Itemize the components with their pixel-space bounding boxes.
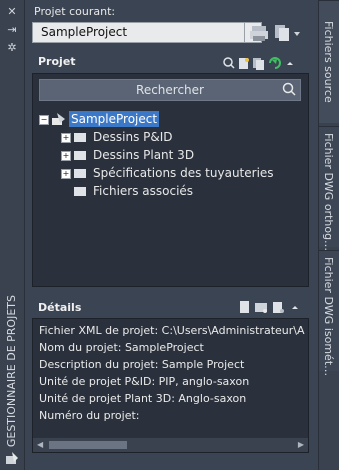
folder-icon — [74, 187, 86, 196]
project-icon — [52, 113, 65, 125]
project-manager-icon — [6, 452, 18, 464]
export-icon[interactable] — [255, 303, 267, 313]
tree-item-label[interactable]: Spécifications des tuyauteries — [93, 165, 274, 181]
new-drawing-icon[interactable] — [239, 58, 249, 69]
projet-panel-toolbar — [223, 57, 293, 70]
document-icon[interactable] — [240, 301, 249, 313]
details-panel-toolbar — [240, 301, 298, 313]
search-icon[interactable] — [282, 82, 296, 96]
detail-line: Nom du projet: SampleProject — [39, 341, 204, 354]
details-panel: Fichier XML de projet: C:\Users\Administ… — [32, 318, 309, 453]
collapse-icon[interactable] — [292, 306, 298, 309]
copy-drawing-icon[interactable] — [253, 58, 264, 70]
detail-line: Unité de projet P&ID: PIP, anglo-saxon — [39, 375, 250, 388]
scroll-left-icon[interactable]: ◀ — [37, 440, 43, 449]
folder-icon — [74, 151, 86, 160]
tab-dwg-orthographique[interactable]: Fichier DWG orthog… — [319, 126, 339, 251]
tab-label: Fichiers source — [322, 21, 335, 103]
tab-dwg-isometrique[interactable]: Fichier DWG isomét… — [319, 250, 339, 376]
project-manager-main: Projet courant: SampleProject ⌄ Projet R… — [28, 0, 314, 470]
left-sidebar: ✕ ⇥ ✲ GESTIONNAIRE DE PROJETS — [0, 0, 25, 470]
search-placeholder: Rechercher — [136, 83, 204, 97]
collapse-node-icon[interactable]: − — [39, 115, 49, 125]
project-tree-panel: Rechercher − SampleProject + Dessins P&I… — [32, 73, 309, 287]
collapse-icon[interactable] — [287, 62, 293, 65]
expand-node-icon[interactable]: + — [61, 151, 71, 161]
details-panel-title: Détails — [38, 301, 82, 314]
expand-node-icon[interactable]: + — [61, 133, 71, 143]
copy-settings-icon[interactable] — [272, 22, 302, 44]
tree-item-label[interactable]: Dessins P&ID — [93, 129, 173, 145]
properties-icon[interactable]: ✲ — [5, 42, 19, 54]
refresh-icon[interactable] — [269, 57, 281, 69]
right-tab-bar: Fichiers source Fichier DWG orthog… Fich… — [318, 0, 339, 470]
folder-icon — [74, 169, 86, 178]
search-icon[interactable] — [223, 57, 235, 69]
detail-line: Fichier XML de projet: C:\Users\Administ… — [39, 324, 305, 337]
tree-item-label[interactable]: Dessins Plant 3D — [93, 147, 194, 163]
horizontal-scrollbar[interactable]: ◀ ▶ — [33, 438, 308, 452]
autohide-icon[interactable]: ⇥ — [5, 24, 19, 36]
projet-panel-title: Projet — [38, 55, 76, 68]
tab-fichiers-source[interactable]: Fichiers source — [319, 0, 339, 123]
current-project-value: SampleProject — [41, 25, 128, 39]
palette-title: GESTIONNAIRE DE PROJETS — [5, 295, 18, 448]
detail-line: Unité de projet Plant 3D: Anglo-saxon — [39, 392, 247, 405]
close-icon[interactable]: ✕ — [5, 6, 19, 18]
current-project-select[interactable]: SampleProject ⌄ — [32, 22, 262, 43]
tab-label: Fichier DWG isomét… — [322, 257, 335, 377]
search-input[interactable]: Rechercher — [39, 79, 301, 101]
print-icon[interactable] — [248, 22, 272, 44]
current-project-label: Projet courant: — [34, 5, 116, 18]
tree-item-label[interactable]: Fichiers associés — [93, 183, 193, 199]
scrollbar-thumb[interactable] — [49, 441, 127, 449]
detail-line: Description du projet: Sample Project — [39, 358, 245, 371]
folder-icon — [74, 133, 86, 142]
expand-node-icon[interactable]: + — [61, 169, 71, 179]
detail-line: Numéro du projet: — [39, 409, 140, 422]
settings-icon[interactable] — [273, 302, 284, 313]
tab-label: Fichier DWG orthog… — [322, 133, 335, 252]
tree-root-label[interactable]: SampleProject — [69, 111, 160, 127]
scroll-right-icon[interactable]: ▶ — [298, 440, 304, 449]
